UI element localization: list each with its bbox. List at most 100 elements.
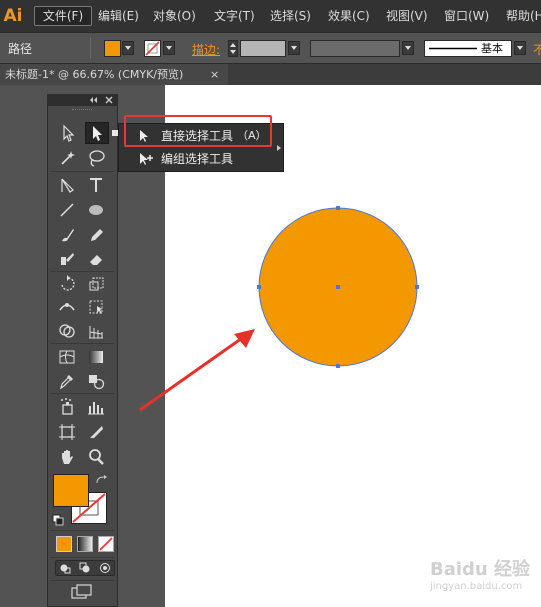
mesh-tool[interactable] (56, 346, 80, 368)
fill-swatch[interactable] (104, 40, 121, 57)
perspective-grid-tool[interactable] (85, 320, 109, 342)
close-panel-icon[interactable] (105, 96, 113, 104)
artboard-tool[interactable] (56, 421, 80, 443)
blend-tool[interactable] (85, 370, 109, 392)
grip[interactable] (72, 109, 92, 113)
document-tab[interactable]: 未标题-1* @ 66.67% (CMYK/预览) × (0, 64, 228, 85)
annotation-arrow (139, 329, 255, 412)
symbol-sprayer-icon (61, 398, 73, 415)
draw-behind-icon[interactable] (79, 562, 91, 574)
brush-definition[interactable]: 基本 (424, 40, 512, 57)
group-selection-icon (140, 153, 153, 165)
gradient-tool[interactable] (85, 346, 109, 368)
separator (50, 580, 114, 581)
stroke-weight-stepper[interactable] (228, 40, 238, 57)
flyout-item-label: 编组选择工具 (161, 152, 234, 166)
collapse-icon[interactable] (89, 96, 99, 104)
color-mode-button[interactable] (56, 536, 72, 552)
stroke-label[interactable]: 描边: (192, 41, 220, 58)
selection-type-label: 路径 (8, 42, 33, 56)
menu-effect[interactable]: 效果(C) (328, 7, 370, 25)
rotate-tool[interactable] (56, 273, 80, 295)
line-icon (60, 203, 74, 217)
separator (50, 171, 114, 172)
width-icon (59, 303, 75, 311)
swap-colors-icon[interactable] (95, 474, 109, 486)
menu-object[interactable]: 对象(O) (153, 7, 196, 25)
draw-normal-icon[interactable] (59, 562, 71, 574)
menu-select[interactable]: 选择(S) (270, 7, 311, 25)
mesh-icon (59, 350, 75, 364)
flyout-anchor (112, 130, 118, 136)
selection-tool[interactable] (56, 122, 80, 144)
flyout-item-group-selection[interactable]: 编组选择工具 (119, 148, 285, 170)
lasso-tool[interactable] (85, 147, 109, 169)
direct-selection-icon (93, 126, 102, 141)
fill-color-box[interactable] (53, 474, 89, 507)
stroke-swatch[interactable] (144, 40, 161, 57)
menu-file[interactable]: 文件(F) (34, 6, 92, 26)
free-transform-tool[interactable] (85, 296, 109, 318)
scale-tool[interactable] (85, 273, 109, 295)
eyedropper-icon (60, 375, 73, 390)
menu-help[interactable]: 帮助(H) (506, 7, 541, 25)
menu-window[interactable]: 窗口(W) (444, 7, 489, 25)
menu-edit[interactable]: 编辑(E) (98, 7, 139, 25)
paintbrush-tool[interactable] (56, 224, 80, 246)
shape-builder-icon (59, 324, 75, 338)
eyedropper-tool[interactable] (56, 370, 80, 392)
fill-dropdown[interactable] (122, 41, 134, 55)
screen-mode-icon[interactable] (70, 583, 94, 601)
tools-panel-header[interactable] (47, 94, 118, 106)
menu-type[interactable]: 文字(T) (214, 7, 255, 25)
hand-tool[interactable] (56, 446, 80, 468)
blob-brush-tool[interactable] (56, 248, 80, 270)
stroke-weight-dropdown[interactable] (288, 41, 300, 55)
selected-circle[interactable] (252, 202, 424, 372)
slice-icon (90, 426, 103, 438)
direct-selection-tool[interactable] (85, 122, 109, 144)
slice-tool[interactable] (85, 421, 109, 443)
magic-wand-tool[interactable] (56, 147, 80, 169)
none-mode-button[interactable] (98, 536, 114, 552)
selection-arrow-icon (63, 124, 75, 142)
eraser-tool[interactable] (85, 248, 109, 270)
rotate-icon (61, 275, 75, 291)
ellipse-tool[interactable] (85, 199, 109, 221)
width-tool[interactable] (56, 296, 80, 318)
separator (50, 393, 114, 394)
line-segment-tool[interactable] (56, 199, 80, 221)
magic-wand-icon (61, 151, 75, 165)
profile-dropdown[interactable] (402, 41, 414, 55)
pencil-tool[interactable] (85, 224, 109, 246)
type-tool[interactable] (85, 174, 109, 196)
column-graph-icon (88, 402, 104, 415)
stepper-arrows-icon (230, 43, 236, 54)
eraser-icon (90, 255, 102, 265)
separator (50, 343, 114, 344)
pen-tool[interactable] (56, 174, 80, 196)
stroke-weight-field[interactable] (240, 40, 286, 57)
pencil-icon (91, 229, 103, 241)
gradient-mode-button[interactable] (77, 536, 93, 552)
draw-inside-icon[interactable] (99, 562, 111, 574)
watermark-url: jingyan.baidu.com (430, 581, 523, 592)
default-colors-icon[interactable] (52, 514, 64, 526)
zoom-tool[interactable] (85, 446, 109, 468)
none-icon (99, 537, 113, 551)
menu-view[interactable]: 视图(V) (386, 7, 428, 25)
stroke-line-icon (429, 47, 477, 50)
flyout-expand-icon[interactable] (276, 144, 282, 152)
column-graph-tool[interactable] (85, 396, 109, 418)
brush-dropdown[interactable] (514, 41, 526, 55)
symbol-sprayer-tool[interactable] (56, 396, 80, 418)
type-icon (90, 178, 102, 192)
shape-builder-tool[interactable] (56, 320, 80, 342)
no-stroke-icon (145, 41, 160, 56)
opacity-label[interactable]: 不 (533, 41, 541, 58)
close-tab-icon[interactable]: × (210, 64, 219, 85)
stroke-dropdown[interactable] (163, 41, 175, 55)
variable-width-profile[interactable] (310, 40, 400, 57)
drawing-modes (55, 560, 115, 576)
document-title: 未标题-1* @ 66.67% (CMYK/预览) (5, 68, 184, 81)
